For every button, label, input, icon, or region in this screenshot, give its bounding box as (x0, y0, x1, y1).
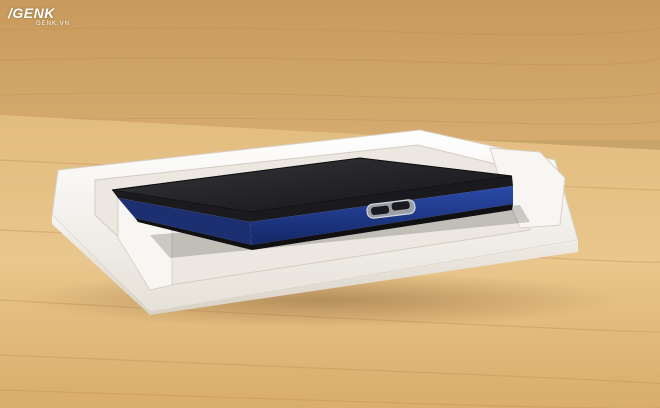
watermark-brand: /GENK (8, 5, 55, 21)
photo-illustration (0, 0, 660, 408)
watermark-logo: /GENK GENK.VN (8, 6, 88, 30)
watermark-domain: GENK.VN (36, 21, 71, 27)
photo-scene: /GENK GENK.VN (0, 0, 660, 408)
